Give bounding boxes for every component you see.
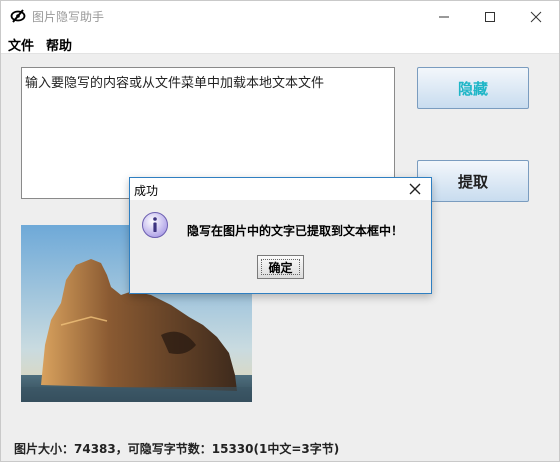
dialog-title: 成功 bbox=[134, 184, 159, 198]
close-icon[interactable] bbox=[407, 181, 423, 197]
eye-slash-icon bbox=[10, 9, 26, 23]
minimize-button[interactable] bbox=[421, 1, 467, 32]
maximize-icon bbox=[485, 11, 495, 22]
ok-button[interactable]: 确定 bbox=[257, 255, 304, 279]
dialog-message: 隐写在图片中的文字已提取到文本框中！ bbox=[187, 224, 404, 238]
maximize-button[interactable] bbox=[467, 1, 513, 32]
extract-button[interactable]: 提取 bbox=[417, 160, 529, 202]
hide-button[interactable]: 隐藏 bbox=[417, 67, 529, 109]
minimize-icon bbox=[439, 16, 449, 17]
app-window: 图片隐写助手 文件 帮助 输入要隐写的内容或从文件菜单中加载本地文本文件 隐藏 … bbox=[0, 0, 560, 462]
success-dialog: 成功 隐写在图片中的文字已提取到文本框中！ 确定 bbox=[129, 177, 432, 294]
menu-help[interactable]: 帮助 bbox=[46, 35, 72, 54]
info-icon bbox=[142, 212, 168, 238]
menu-file[interactable]: 文件 bbox=[8, 35, 34, 54]
status-bar: 图片大小：74383，可隐写字节数：15330(1中文=3字节) bbox=[14, 442, 340, 456]
close-icon bbox=[530, 11, 542, 22]
dialog-title-bar[interactable]: 成功 bbox=[130, 178, 431, 200]
close-window-button[interactable] bbox=[513, 1, 559, 32]
title-bar[interactable]: 图片隐写助手 bbox=[1, 1, 559, 32]
window-title: 图片隐写助手 bbox=[32, 10, 105, 24]
menu-bar: 文件 帮助 bbox=[1, 32, 559, 54]
